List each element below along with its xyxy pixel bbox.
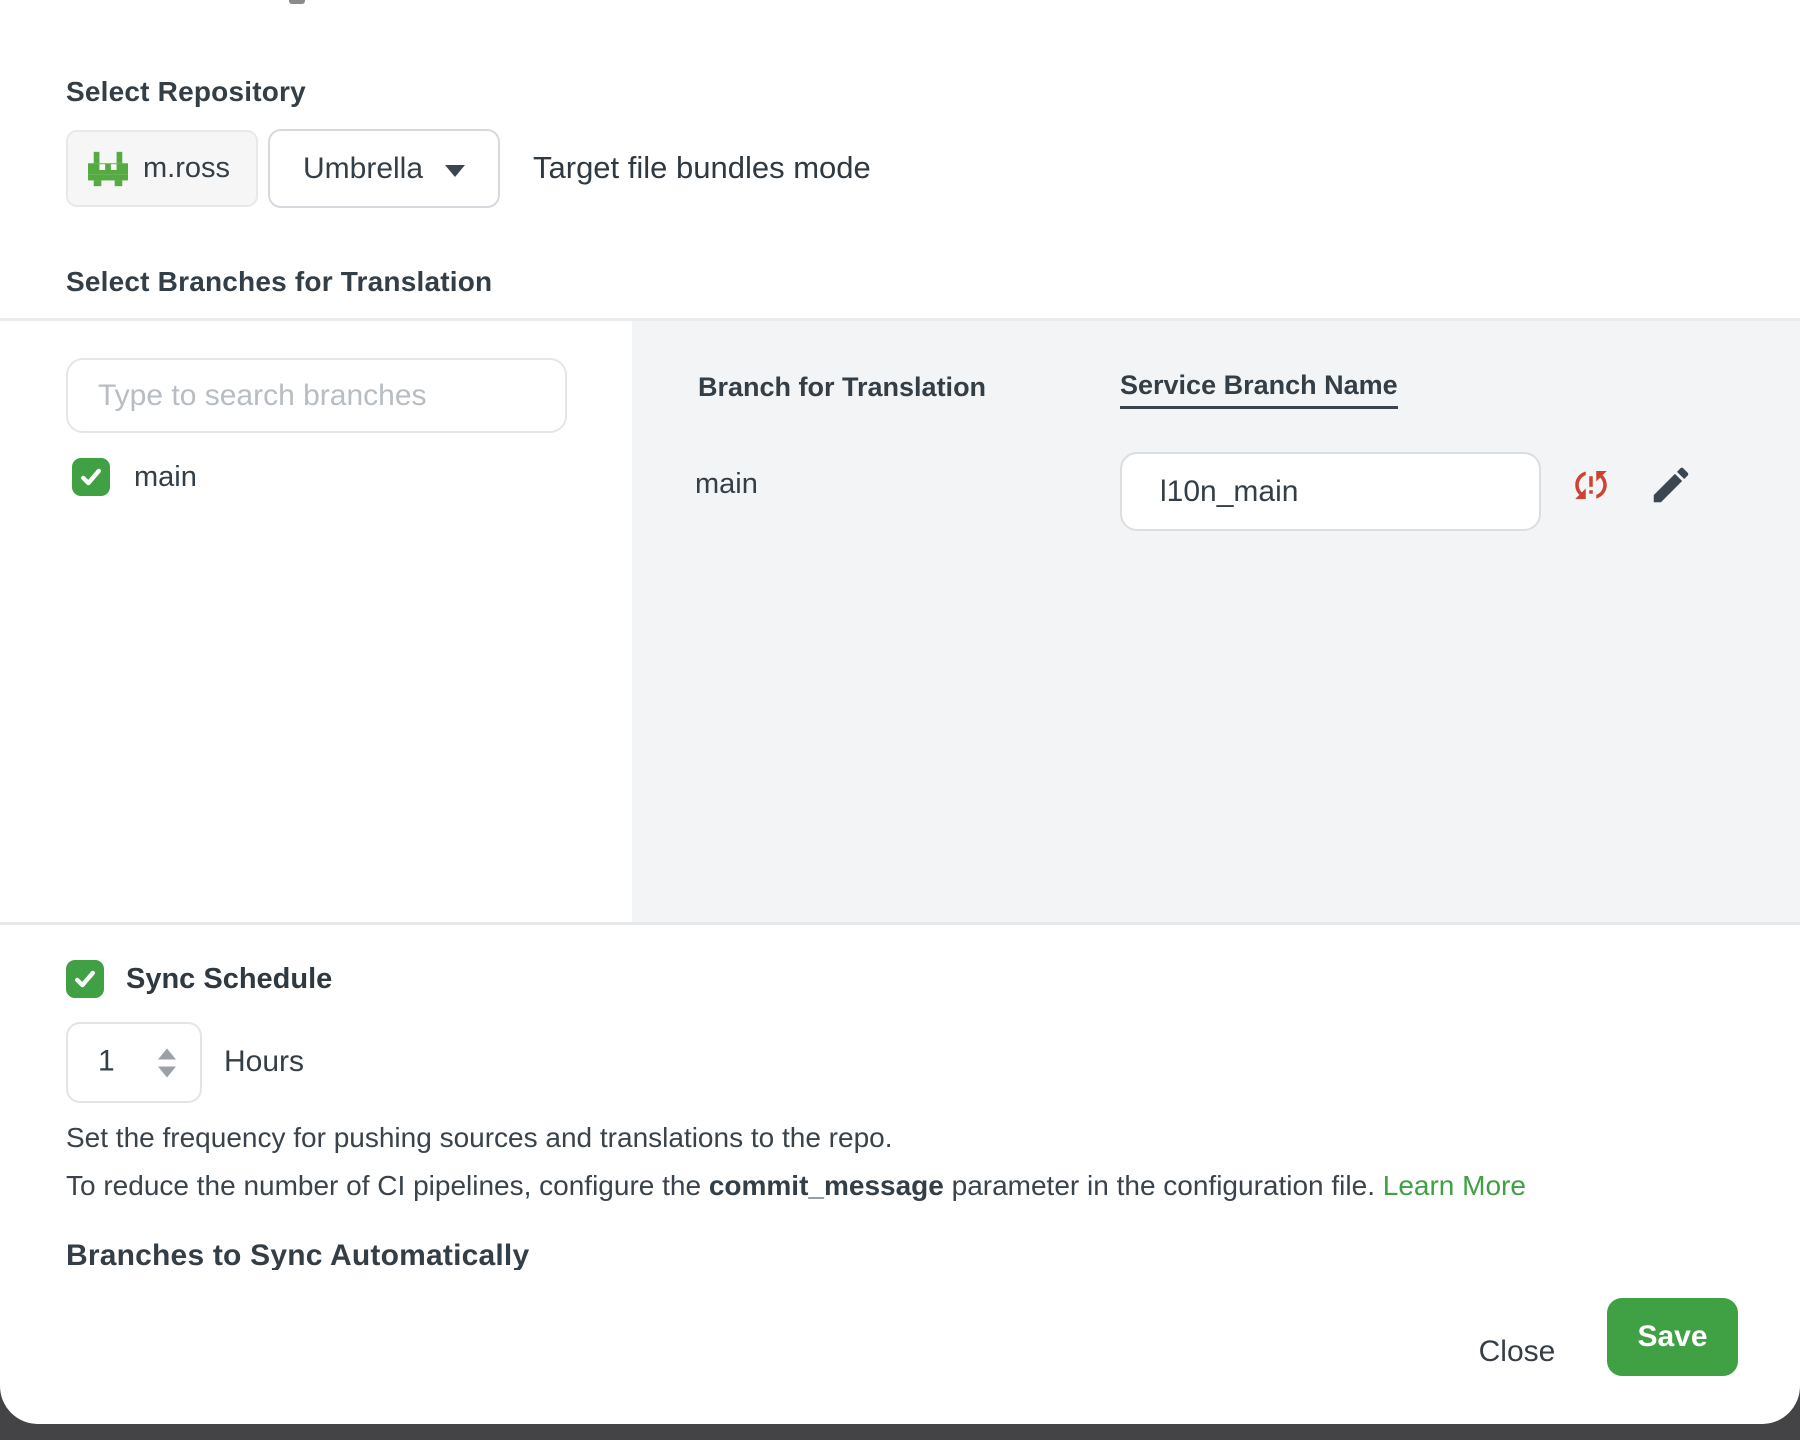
ci-pipelines-note: To reduce the number of CI pipelines, co… [66, 1170, 1526, 1202]
checkmark-icon [72, 966, 98, 992]
save-button[interactable]: Save [1607, 1298, 1738, 1376]
ci-note-prefix: To reduce the number of CI pipelines, co… [66, 1170, 709, 1201]
column-service-branch-name: Service Branch Name [1120, 370, 1398, 409]
branch-mapping-panel [632, 321, 1800, 922]
service-branch-input[interactable] [1120, 452, 1541, 531]
target-mode-label: Target file bundles mode [533, 150, 871, 186]
pixel-avatar-icon [88, 151, 128, 187]
project-dropdown-value: Umbrella [303, 152, 423, 186]
select-repository-heading: Select Repository [66, 76, 306, 108]
checkmark-icon [78, 464, 104, 490]
commit-message-param: commit_message [709, 1170, 944, 1201]
frequency-description: Set the frequency for pushing sources an… [66, 1122, 893, 1154]
sync-schedule-checkbox[interactable] [66, 960, 104, 998]
section-divider-bottom [0, 922, 1800, 925]
stepper-down-icon[interactable] [158, 1066, 176, 1077]
stepper-up-icon[interactable] [158, 1048, 176, 1059]
sync-error-icon[interactable] [1570, 464, 1612, 506]
stepper-arrows [158, 1048, 176, 1077]
branch-label: main [134, 461, 197, 494]
sync-schedule-label: Sync Schedule [126, 963, 332, 996]
select-branches-heading: Select Branches for Translation [66, 266, 492, 298]
close-button[interactable]: Close [1452, 1320, 1582, 1384]
branch-checkbox[interactable] [72, 458, 110, 496]
ci-note-suffix: parameter in the configuration file. [944, 1170, 1383, 1201]
repository-button[interactable]: m.ross [66, 130, 258, 207]
learn-more-link[interactable]: Learn More [1383, 1170, 1526, 1201]
column-branch-for-translation: Branch for Translation [698, 372, 986, 403]
sync-schedule-row: Sync Schedule [66, 960, 332, 998]
auto-sync-heading-clip: Branches to Sync Automatically [66, 1239, 866, 1270]
hours-stepper[interactable]: 1 [66, 1022, 202, 1103]
hours-stepper-value: 1 [98, 1044, 115, 1078]
repository-settings-modal: Select Repository m.ross Umbrella Target… [0, 0, 1800, 1424]
branch-list-item: main [72, 458, 197, 496]
repository-name-label: m.ross [143, 152, 230, 185]
branches-to-sync-heading: Branches to Sync Automatically [66, 1239, 866, 1270]
chevron-down-icon [445, 165, 465, 177]
project-dropdown[interactable]: Umbrella [268, 129, 500, 208]
hours-unit-label: Hours [224, 1045, 304, 1079]
clipped-content-artifact [289, 0, 305, 4]
search-branches-input[interactable] [66, 358, 567, 433]
pencil-icon[interactable] [1648, 462, 1694, 508]
mapped-branch-name: main [695, 468, 758, 501]
